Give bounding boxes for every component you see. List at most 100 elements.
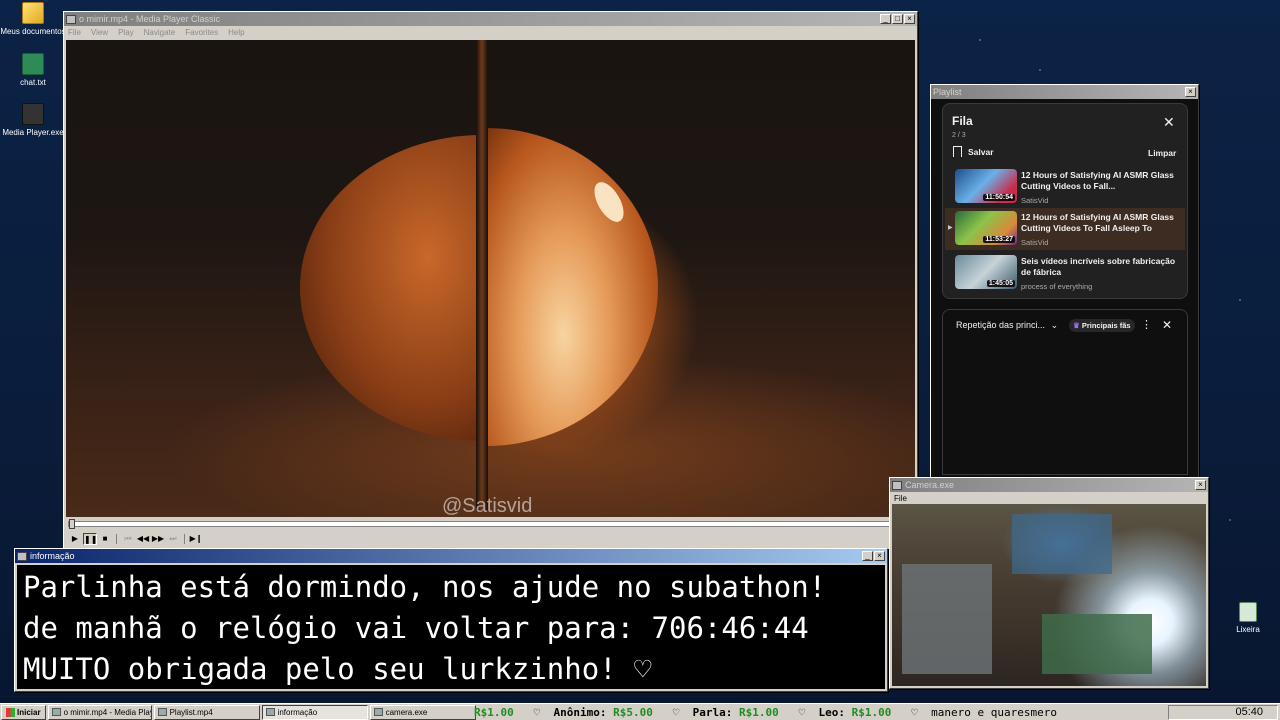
pause-button[interactable]: ❚❚ [83, 533, 97, 545]
playlist-window[interactable]: Playlist × Fila 2 / 3 ✕ Salvar Limpar 11… [930, 84, 1199, 484]
menu-view[interactable]: View [91, 28, 108, 37]
camera-window[interactable]: Camera.exe × File [889, 477, 1209, 689]
frame-step-button[interactable]: ▶❙ [189, 533, 203, 545]
info-message: Parlinha está dormindo, nos ajude no sub… [17, 565, 885, 689]
menu-file[interactable]: File [894, 494, 907, 503]
video-watermark: @Satisvid [442, 495, 533, 517]
video-blade [476, 40, 488, 510]
info-titlebar[interactable]: informação _ × [15, 549, 887, 563]
queue-item-current[interactable]: ▶ 11:53:27 12 Hours of Satisfying AI ASM… [945, 208, 1185, 250]
repeat-dropdown[interactable]: Repetição das princi... ⌄ [956, 320, 1058, 331]
queue-item-channel: SatisVid [1021, 196, 1049, 205]
system-clock[interactable]: 05:40 [1168, 705, 1278, 720]
task-label: informação [277, 707, 318, 717]
close-button[interactable]: × [1185, 87, 1196, 97]
queue-item-channel: SatisVid [1021, 238, 1049, 247]
task-button-player[interactable]: o mimir.mp4 - Media Playe... [47, 704, 152, 720]
more-options-icon[interactable]: ⋮ [1141, 318, 1152, 331]
camera-title: Camera.exe [905, 480, 955, 490]
top-fans-chip[interactable]: ♛ Principais fãs [1069, 319, 1135, 332]
desktop-icon-recycle-bin[interactable]: Lixeira [1215, 602, 1280, 634]
close-button[interactable]: × [904, 14, 915, 24]
stop-button[interactable]: ■ [98, 533, 112, 545]
bookmark-icon [953, 146, 962, 157]
ticker-name: Parla: [692, 706, 733, 719]
clear-button[interactable]: Limpar [1148, 148, 1176, 158]
camera-titlebar[interactable]: Camera.exe × [890, 478, 1208, 492]
media-player-icon [66, 14, 76, 24]
repeat-label: Repetição das princi... [956, 320, 1046, 330]
video-frame[interactable]: @Satisvid [66, 40, 915, 517]
play-button[interactable]: ▶ [68, 533, 82, 545]
chevron-down-icon: ⌄ [1050, 320, 1059, 330]
queue-title: Fila [952, 114, 973, 128]
media-player-window[interactable]: o mimir.mp4 - Media Player Classic _ □ ×… [63, 11, 918, 551]
control-separator [184, 534, 185, 544]
desktop-icon-label: Media Player.exe [2, 128, 64, 137]
start-button[interactable]: Iniciar [1, 704, 46, 720]
minimize-button[interactable]: _ [862, 551, 873, 561]
menu-file[interactable]: File [68, 28, 81, 37]
media-player-titlebar[interactable]: o mimir.mp4 - Media Player Classic _ □ × [64, 12, 917, 26]
close-icon[interactable]: ✕ [1163, 114, 1175, 131]
skip-forward-button[interactable]: ⏭ [166, 533, 180, 545]
close-button[interactable]: × [874, 551, 885, 561]
rewind-button[interactable]: ◀◀ [136, 533, 150, 545]
ticker-amount: R$1.00 [851, 706, 892, 719]
now-playing-icon: ▶ [948, 225, 953, 231]
menu-navigate[interactable]: Navigate [144, 28, 176, 37]
queue-item[interactable]: 1:45:05 Seis vídeos incríveis sobre fabr… [945, 252, 1185, 292]
duration-badge: 11:50:54 [983, 194, 1015, 201]
playlist-titlebar[interactable]: Playlist × [931, 85, 1198, 99]
info-line: de manhã o relógio vai voltar para: 706:… [23, 611, 809, 645]
heart-icon: ♡ [785, 706, 812, 719]
save-button[interactable]: Salvar [953, 146, 994, 157]
chip-label: Principais fãs [1081, 321, 1131, 330]
chat-panel: Repetição das princi... ⌄ ♛ Principais f… [942, 309, 1188, 475]
task-label: o mimir.mp4 - Media Playe... [63, 707, 151, 717]
heart-icon: ♡ [897, 706, 925, 719]
task-label: camera.exe [385, 707, 428, 717]
fast-forward-button[interactable]: ▶▶ [151, 533, 165, 545]
task-button-info[interactable]: informação [261, 704, 368, 720]
task-label: Playlist.mp4 [169, 707, 213, 717]
seek-thumb[interactable] [69, 519, 75, 529]
video-thumbnail: 11:50:54 [955, 169, 1017, 203]
close-button[interactable]: × [1195, 480, 1206, 490]
desktop-icon-media-player[interactable]: Media Player.exe [0, 103, 66, 137]
donation-ticker: R$1.00 ♡ Anônimo: R$5.00 ♡ Parla: R$1.00… [474, 705, 1166, 720]
window-icon [17, 551, 27, 561]
task-button-camera[interactable]: camera.exe [369, 704, 476, 720]
menu-help[interactable]: Help [228, 28, 244, 37]
skip-back-button[interactable]: ⏮ [121, 533, 135, 545]
video-thumbnail: 11:53:27 [955, 211, 1017, 245]
windows-logo-icon [6, 707, 15, 717]
maximize-button[interactable]: □ [892, 14, 903, 24]
desktop-icon-label: Meus documentos [0, 27, 66, 36]
taskbar: Iniciar o mimir.mp4 - Media Playe... Pla… [0, 703, 1280, 720]
save-label: Salvar [968, 146, 994, 157]
control-separator [116, 534, 117, 544]
ticker-amount: R$1.00 [474, 706, 514, 719]
video-sphere-right [486, 128, 658, 446]
desktop-icon-chat[interactable]: chat.txt [0, 53, 66, 87]
queue-item-channel: process of everything [1021, 282, 1093, 291]
media-player-icon [22, 103, 44, 125]
duration-badge: 1:45:05 [986, 280, 1015, 287]
desktop-icon-label: Lixeira [1236, 625, 1260, 634]
media-player-title: o mimir.mp4 - Media Player Classic [79, 14, 221, 24]
playlist-window-title: Playlist [933, 87, 962, 97]
queue-item[interactable]: 11:50:54 12 Hours of Satisfying AI ASMR … [945, 166, 1185, 206]
seek-bar[interactable] [68, 519, 913, 529]
menu-play[interactable]: Play [118, 28, 134, 37]
start-label: Iniciar [17, 707, 41, 717]
camera-feed [892, 504, 1206, 686]
player-controls: ▶ ❚❚ ■ ⏮ ◀◀ ▶▶ ⏭ ▶❙ ♪ [68, 532, 913, 546]
task-button-playlist[interactable]: Playlist.mp4 [153, 704, 260, 720]
close-icon[interactable]: ✕ [1162, 318, 1172, 332]
menu-favorites[interactable]: Favorites [185, 28, 218, 37]
folder-documents-icon [22, 2, 44, 24]
info-window[interactable]: informação _ × Parlinha está dormindo, n… [14, 548, 888, 692]
minimize-button[interactable]: _ [880, 14, 891, 24]
desktop-icon-documents[interactable]: Meus documentos [0, 2, 66, 36]
